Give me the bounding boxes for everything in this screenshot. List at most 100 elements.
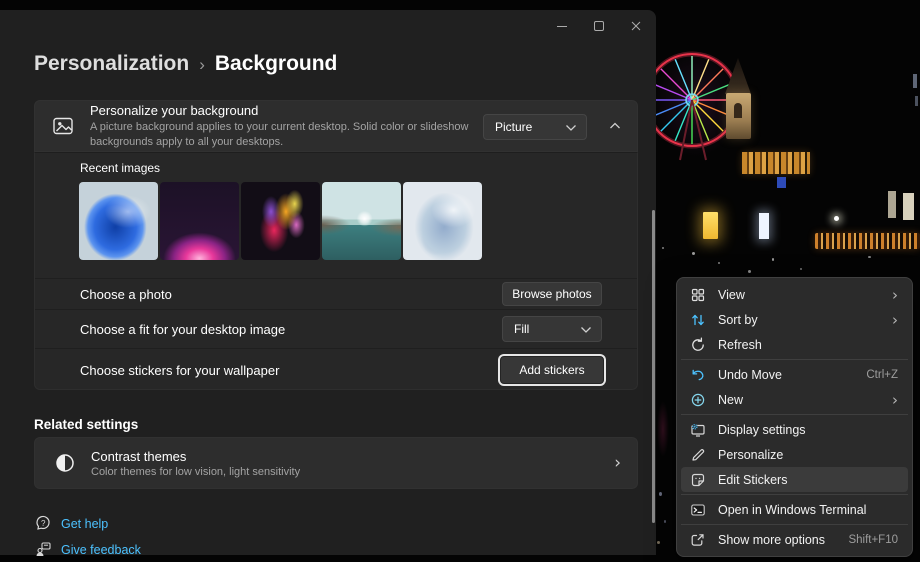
menu-item-new[interactable]: New ›	[681, 387, 908, 412]
view-icon	[689, 287, 706, 303]
minimize-button[interactable]	[543, 15, 580, 37]
screen: Personalization › Background Personalize…	[0, 0, 920, 562]
get-help-label: Get help	[61, 517, 108, 531]
sort-icon	[689, 312, 706, 328]
distant-light	[772, 258, 774, 261]
choose-fit-row: Choose a fit for your desktop image Fill	[35, 309, 637, 348]
distant-light	[692, 252, 695, 255]
blue-window-light	[777, 177, 786, 188]
menu-item-label: Display settings	[718, 423, 900, 437]
distant-light	[718, 262, 720, 264]
submenu-chevron-icon: ›	[892, 311, 898, 329]
help-icon: ?	[35, 515, 52, 532]
minimize-icon	[554, 18, 570, 34]
background-expanded-panel: Recent images Choose a photo Browse phot…	[34, 152, 638, 390]
distant-light	[868, 256, 871, 258]
menu-separator	[681, 359, 908, 360]
menu-item-sort-by[interactable]: Sort by ›	[681, 307, 908, 332]
breadcrumb: Personalization › Background	[34, 52, 337, 76]
breadcrumb-personalization[interactable]: Personalization	[34, 52, 189, 76]
personalize-background-card[interactable]: Personalize your background A picture ba…	[34, 100, 638, 152]
menu-item-open-windows-terminal[interactable]: Open in Windows Terminal	[681, 497, 908, 522]
building-window-light	[888, 191, 896, 218]
white-kiosk-light	[759, 213, 769, 239]
building-window-light	[903, 193, 914, 220]
close-icon	[628, 18, 644, 34]
menu-item-undo-move[interactable]: Undo Move Ctrl+Z	[681, 362, 908, 387]
maximize-icon	[591, 18, 607, 34]
menu-separator	[681, 494, 908, 495]
chevron-right-icon: ›	[614, 453, 621, 473]
recent-image-thumbnail[interactable]	[79, 182, 158, 260]
background-type-dropdown[interactable]: Picture	[483, 114, 587, 140]
close-button[interactable]	[617, 15, 654, 37]
distant-light	[664, 520, 666, 523]
contrast-icon	[55, 453, 75, 473]
choose-photo-row: Choose a photo Browse photos	[35, 278, 637, 309]
distant-light	[657, 541, 660, 544]
collapse-expander-button[interactable]	[609, 121, 621, 130]
contrast-subtitle: Color themes for low vision, light sensi…	[91, 466, 614, 478]
contrast-text: Contrast themes Color themes for low vis…	[91, 449, 614, 478]
recent-images-label: Recent images	[80, 161, 160, 175]
dropdown-value: Picture	[495, 120, 565, 134]
personalize-icon	[689, 447, 706, 463]
menu-item-display-settings[interactable]: Display settings	[681, 417, 908, 442]
feedback-icon	[35, 541, 52, 558]
browse-photos-button[interactable]: Browse photos	[502, 282, 602, 306]
building-light-streak	[913, 74, 917, 88]
show-more-icon	[689, 532, 706, 548]
menu-item-label: Show more options	[718, 533, 848, 547]
svg-text:?: ?	[41, 519, 46, 528]
breadcrumb-separator-icon: ›	[199, 53, 205, 75]
recent-image-thumbnail[interactable]	[160, 182, 239, 260]
menu-item-view[interactable]: View ›	[681, 282, 908, 307]
choose-photo-label: Choose a photo	[80, 287, 502, 302]
church-tower	[722, 58, 756, 144]
recent-images-row	[79, 182, 482, 260]
purple-light-glow	[655, 392, 671, 466]
menu-item-label: New	[718, 393, 892, 407]
contrast-themes-row[interactable]: Contrast themes Color themes for low vis…	[34, 437, 638, 489]
chevron-up-icon	[609, 121, 621, 130]
distant-light	[800, 268, 802, 270]
choose-fit-label: Choose a fit for your desktop image	[80, 322, 502, 337]
scrollbar-thumb[interactable]	[652, 210, 655, 523]
maximize-button[interactable]	[580, 15, 617, 37]
menu-item-personalize[interactable]: Personalize	[681, 442, 908, 467]
menu-item-label: Edit Stickers	[718, 473, 900, 487]
recent-image-thumbnail[interactable]	[403, 182, 482, 260]
page-title: Background	[215, 52, 338, 76]
card-title: Personalize your background	[90, 103, 470, 118]
undo-icon	[689, 367, 706, 383]
recent-image-thumbnail[interactable]	[241, 182, 320, 260]
menu-item-label: View	[718, 288, 892, 302]
chevron-down-icon	[580, 325, 592, 334]
menu-item-edit-stickers[interactable]: Edit Stickers	[681, 467, 908, 492]
add-stickers-button[interactable]: Add stickers	[500, 356, 604, 384]
choose-stickers-label: Choose stickers for your wallpaper	[80, 363, 500, 378]
church-window	[734, 103, 742, 118]
chevron-down-icon	[565, 123, 577, 132]
give-feedback-link[interactable]: Give feedback	[35, 541, 141, 558]
give-feedback-label: Give feedback	[61, 543, 141, 557]
get-help-link[interactable]: ? Get help	[35, 515, 108, 532]
contrast-title: Contrast themes	[91, 449, 614, 464]
desktop-context-menu: View › Sort by › Refresh Undo Move Ctrl+…	[676, 277, 913, 557]
menu-separator	[681, 524, 908, 525]
fit-dropdown[interactable]: Fill	[502, 316, 602, 342]
submenu-chevron-icon: ›	[892, 286, 898, 304]
refresh-icon	[689, 337, 706, 353]
edit-stickers-icon	[689, 472, 706, 488]
menu-item-shortcut: Shift+F10	[848, 534, 898, 546]
recent-image-thumbnail[interactable]	[322, 182, 401, 260]
lit-windows-strip	[742, 152, 810, 174]
menu-item-label: Refresh	[718, 338, 900, 352]
menu-item-refresh[interactable]: Refresh	[681, 332, 908, 357]
menu-item-show-more-options[interactable]: Show more options Shift+F10	[681, 527, 908, 552]
distant-light	[659, 492, 662, 496]
distant-light	[662, 247, 664, 249]
window-controls	[543, 15, 654, 37]
fit-dropdown-value: Fill	[514, 322, 580, 336]
new-icon	[689, 392, 706, 408]
